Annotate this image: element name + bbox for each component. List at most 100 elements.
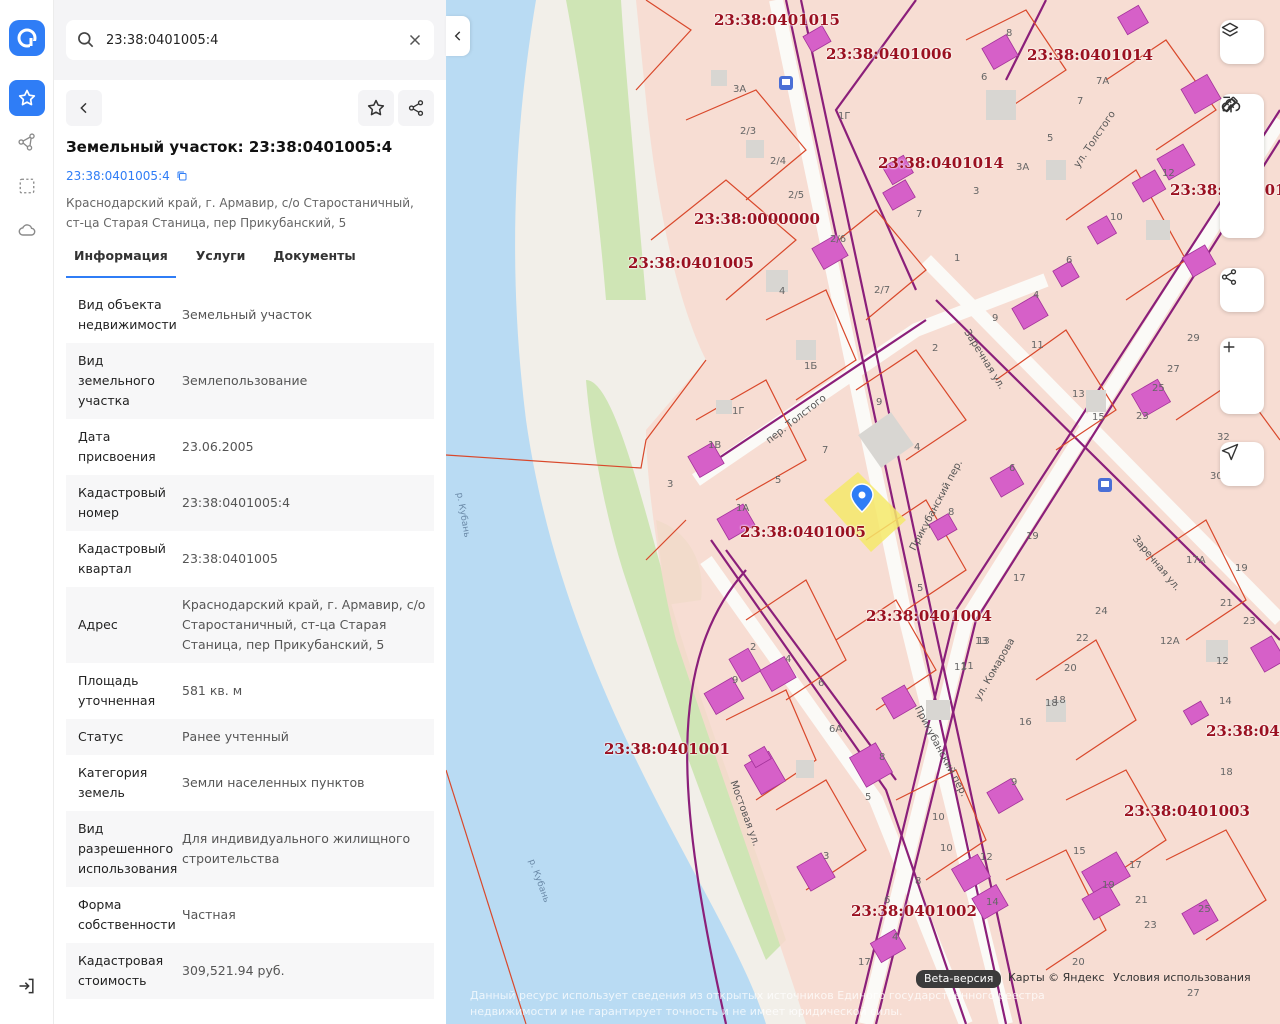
upload-button[interactable] — [1220, 98, 1264, 204]
house-number: 15 — [1092, 412, 1105, 423]
house-number: 11 — [961, 661, 974, 672]
house-number: 21 — [1135, 895, 1148, 906]
layers-control — [1220, 20, 1264, 64]
house-number: 23 — [1243, 616, 1256, 627]
house-number: 2 — [932, 343, 939, 354]
zoom-out-button[interactable] — [1220, 346, 1264, 410]
row-key: Вид объекта недвижимости — [78, 297, 177, 332]
house-number: 12 — [1162, 168, 1175, 179]
row-key: Вид земельного участка — [78, 353, 155, 408]
quarter-label: 23:38:040 — [1206, 722, 1280, 740]
quarter-label: 23:38:0401003 — [1124, 802, 1250, 820]
share-map-control — [1220, 268, 1264, 312]
house-number: 6 — [1009, 463, 1016, 474]
draw-button[interactable] — [1220, 96, 1264, 168]
favorites-button[interactable] — [9, 80, 45, 116]
cloud-upload-icon — [1221, 98, 1241, 113]
house-number: 10 — [1110, 212, 1123, 223]
search-icon — [78, 32, 94, 48]
select-area-button[interactable] — [9, 168, 45, 204]
navigation-arrow-icon — [1221, 443, 1239, 461]
geolocation-button[interactable] — [1220, 442, 1264, 486]
house-number: 2/3 — [740, 126, 757, 137]
house-number: 14 — [1219, 696, 1232, 707]
collapse-panel-button[interactable] — [446, 16, 470, 56]
house-number: 4 — [1033, 290, 1040, 301]
quarter-label: 23:38:0401004 — [866, 607, 992, 625]
zoom-control — [1220, 338, 1264, 414]
tab-services[interactable]: Услуги — [188, 242, 254, 276]
quarter-label: 23:38:0000000 — [694, 210, 820, 228]
quarter-label: 23:38:0401015 — [714, 11, 840, 29]
house-number: 13 — [1072, 389, 1085, 400]
house-number: 8 — [879, 752, 886, 763]
house-number: 18 — [1045, 698, 1058, 709]
house-number: 2/5 — [788, 190, 805, 201]
house-number: 27 — [1167, 364, 1180, 375]
house-number: 5 — [917, 583, 924, 594]
copy-icon[interactable] — [176, 170, 188, 182]
table-row: Категория земель Земли населенных пунктов — [66, 755, 434, 811]
house-number: 1В — [708, 440, 722, 451]
terms-link[interactable]: Условия использования — [1113, 971, 1251, 984]
house-number: 10 — [940, 843, 953, 854]
dashed-square-icon — [19, 178, 35, 194]
tabs: Информация Услуги Документы — [66, 242, 376, 278]
share-button[interactable] — [398, 90, 434, 126]
house-number: 9 — [876, 397, 883, 408]
bus-stop-icon[interactable] — [1098, 478, 1112, 492]
table-row: Площадь уточненная 581 кв. м — [66, 663, 434, 719]
app-logo[interactable] — [9, 20, 45, 56]
house-number: 6 — [884, 895, 891, 906]
house-number: 9 — [992, 313, 999, 324]
share-icon — [408, 100, 424, 116]
house-number: 2/7 — [874, 285, 891, 296]
house-number: 1Б — [804, 361, 818, 372]
quarter-label: 23:38:0401014 — [878, 154, 1004, 172]
quarter-label: 23:38:0401014 — [1027, 46, 1153, 64]
house-number: 4 — [785, 654, 792, 665]
cadastral-number-link[interactable]: 23:38:0401005:4 — [66, 169, 188, 183]
house-number: 12 — [980, 852, 993, 863]
layers-button[interactable] — [1220, 20, 1264, 64]
row-key: Форма собственности — [78, 897, 176, 932]
cadastral-number-text: 23:38:0401005:4 — [66, 169, 170, 183]
row-value: Землепользование — [182, 373, 308, 388]
route-button[interactable] — [9, 124, 45, 160]
row-value: Земли населенных пунктов — [182, 775, 365, 790]
quarter-label: 23:38:0401001 — [604, 740, 730, 758]
row-value: 23:38:0401005 — [182, 551, 278, 566]
table-row: Кадастровый номер 23:38:0401005:4 — [66, 475, 434, 531]
house-number: 17А — [1186, 555, 1206, 566]
bus-stop-icon[interactable] — [779, 76, 793, 90]
chevron-left-icon — [454, 31, 461, 41]
quarter-label: 23:38:0401002 — [851, 902, 977, 920]
house-number: 8 — [948, 507, 955, 518]
map-canvas[interactable] — [446, 0, 1280, 1024]
tab-information[interactable]: Информация — [66, 242, 176, 278]
left-rail — [0, 0, 54, 1024]
logo-icon — [17, 28, 37, 48]
search-input[interactable] — [106, 28, 396, 52]
house-number: 1Г — [732, 406, 745, 417]
house-number: 7 — [916, 209, 923, 220]
house-number: 5 — [1047, 133, 1054, 144]
login-button[interactable] — [9, 968, 45, 1004]
back-button[interactable] — [66, 90, 102, 126]
share-map-button[interactable] — [1220, 268, 1264, 312]
house-number: 8 — [915, 876, 922, 887]
house-number: 13 — [975, 636, 988, 647]
row-value: Для индивидуального жилищного строительс… — [182, 831, 411, 866]
quarter-label: 23:38:0401005 — [628, 254, 754, 272]
clear-icon[interactable] — [406, 31, 424, 49]
table-row: Адрес Краснодарский край, г. Армавир, с/о… — [66, 587, 434, 663]
house-number: 9 — [732, 675, 739, 686]
cadastral-map[interactable]: 23:38:0401015 23:38:0401006 23:38:040101… — [446, 0, 1280, 1024]
house-number: 8 — [1006, 28, 1013, 39]
add-favorite-button[interactable] — [358, 90, 394, 126]
row-value: 23:38:0401005:4 — [182, 495, 291, 510]
cloud-button[interactable] — [9, 212, 45, 248]
house-number: 29 — [1187, 333, 1200, 344]
page-title: Земельный участок: 23:38:0401005:4 — [66, 138, 393, 156]
tab-documents[interactable]: Документы — [265, 242, 363, 276]
